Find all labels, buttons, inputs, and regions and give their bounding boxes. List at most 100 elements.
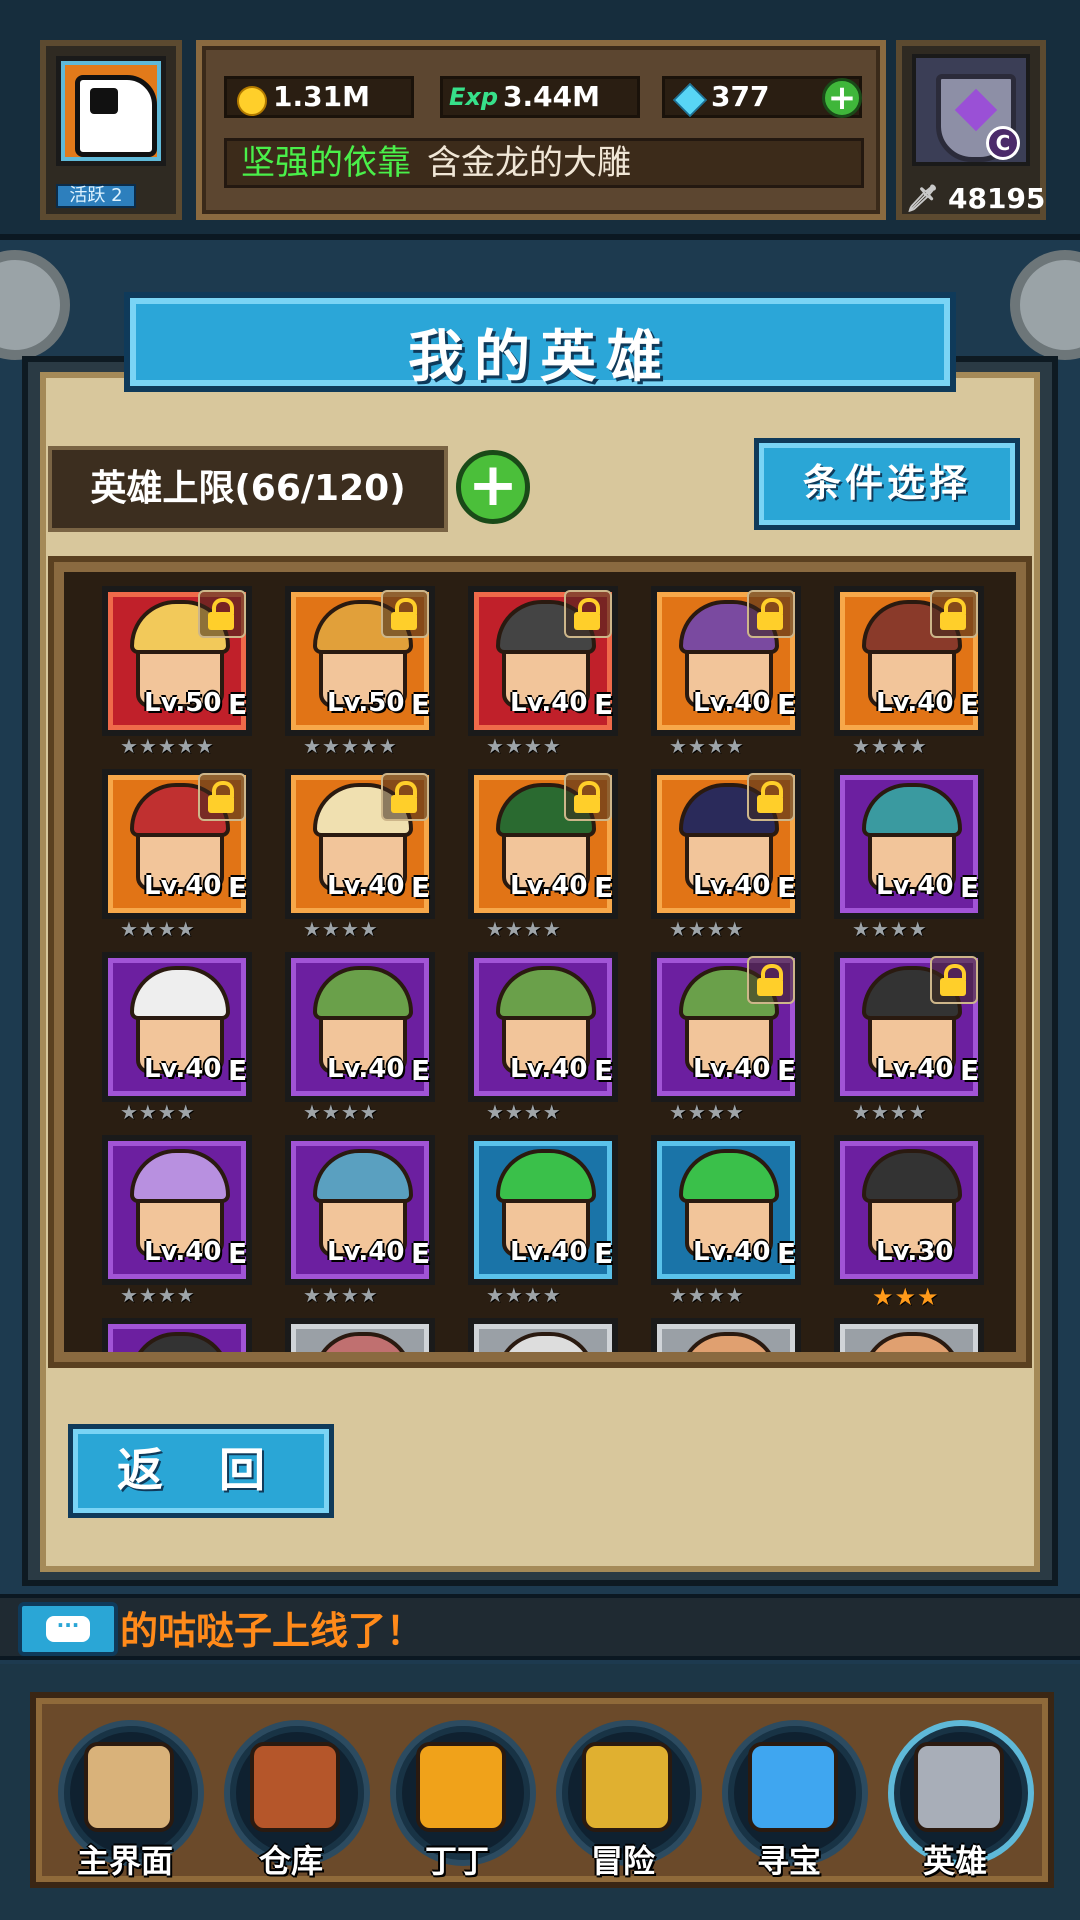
hero-card[interactable]: Lv.30 ★★★ [834,1135,984,1311]
nav-label: 仓库 [258,1842,323,1880]
nav-item-sword-emblem[interactable]: 冒险 [548,1716,702,1884]
hero-stars: ★★★★ [486,1100,562,1124]
hero-card[interactable] [468,1318,618,1352]
diamond-icon [673,83,707,117]
hero-grade: E [228,688,248,721]
lock-icon [747,590,795,638]
nav-item-alarm-clock[interactable]: 丁丁 [382,1716,536,1884]
equipped-weapon-frame[interactable]: C 🗡 48195 [896,40,1046,220]
hero-card[interactable]: Lv.40 E ★★★★ [468,586,618,758]
hero-grade: E [777,871,797,904]
hero-level: Lv.40 [876,688,954,718]
hero-card[interactable]: Lv.40 E ★★★★ [834,952,984,1124]
hero-stars: ★★★★ [852,1100,928,1124]
hero-card[interactable]: Lv.40 E ★★★★ [468,1135,618,1307]
nav-label: 冒险 [590,1842,655,1880]
hero-level: Lv.40 [876,871,954,901]
hero-card[interactable]: Lv.40 E ★★★★ [285,1135,435,1307]
hero-card[interactable]: Lv.40 E ★★★★ [468,952,618,1124]
hero-stars: ★★★★ [486,734,562,758]
crystal-icon [748,1742,838,1832]
nav-label: 丁丁 [424,1842,489,1880]
hero-grade: E [228,871,248,904]
lock-icon [198,773,246,821]
expand-capacity-button[interactable]: + [456,450,530,524]
hero-stars: ★★★★★ [303,734,398,758]
hero-level: Lv.40 [693,871,771,901]
hero-stars: ★★★★ [303,1100,379,1124]
hero-level: Lv.40 [693,1237,771,1267]
top-status-bar: 活跃 2 1.31M Exp 3.44M 377 + 坚强的依靠 含金龙的大雕 … [0,0,1080,240]
hero-grade: E [228,1237,248,1270]
player-avatar[interactable] [56,56,166,166]
add-gems-button[interactable]: + [822,78,862,118]
lock-icon [564,773,612,821]
hero-grade: E [594,1054,614,1087]
hero-card[interactable] [285,1318,435,1352]
hero-card[interactable] [102,1318,252,1352]
nav-item-crystal[interactable]: 寻宝 [714,1716,868,1884]
nav-item-knight-helmet[interactable]: 英雄 [880,1716,1034,1884]
hero-level: Lv.40 [144,871,222,901]
hero-card[interactable]: Lv.40 E ★★★★ [834,769,984,941]
hero-card[interactable]: Lv.40 E ★★★★ [102,769,252,941]
hero-level: Lv.40 [693,688,771,718]
hero-stars: ★★★★ [303,917,379,941]
nav-label: 寻宝 [756,1842,821,1880]
back-button[interactable]: 返 回 [68,1424,334,1518]
sword-icon: 🗡 [906,184,940,214]
hero-grid[interactable]: Lv.50 E ★★★★★ Lv.50 E ★★★★★ Lv.40 E ★★★★ Lv.40 E ★★… [64,572,1016,1352]
lock-icon [930,956,978,1004]
hero-grade: E [411,1054,431,1087]
hero-card[interactable] [651,1318,801,1352]
hero-card[interactable]: Lv.40 E ★★★★ [468,769,618,941]
nav-item-scroll[interactable]: 主界面 [50,1716,204,1884]
chat-ticker[interactable]: ··· 的咕哒子上线了！ [0,1594,1080,1660]
player-name: 含金龙的大雕 [427,143,631,183]
hero-grade: E [594,688,614,721]
page-title-banner: 我的英雄 [124,292,956,392]
hero-level: Lv.40 [510,1237,588,1267]
hero-card[interactable]: Lv.40 E ★★★★ [102,952,252,1124]
hero-stars: ★★★★ [486,917,562,941]
lock-icon [381,773,429,821]
filter-button[interactable]: 条件选择 [754,438,1020,530]
hero-card[interactable]: Lv.50 E ★★★★★ [285,586,435,758]
nav-label: 主界面 [76,1842,173,1880]
hero-card[interactable]: Lv.40 E ★★★★ [285,769,435,941]
chat-bubble-icon: ··· [46,1615,90,1642]
chat-message: 的咕哒子上线了！ [120,1609,425,1653]
hero-card[interactable]: Lv.40 E ★★★★ [834,586,984,758]
hero-card[interactable] [834,1318,984,1352]
page-title: 我的英雄 [408,325,672,390]
hero-grade: E [960,871,980,904]
gold-coin-icon [237,86,267,116]
hero-stars: ★★★★ [669,734,745,758]
active-badge: 活跃 2 [56,184,136,208]
hero-card[interactable]: Lv.40 E ★★★★ [651,952,801,1124]
hero-stars: ★★★★ [852,917,928,941]
hero-level: Lv.40 [327,871,405,901]
player-title-bar: 坚强的依靠 含金龙的大雕 [224,138,864,188]
hero-card[interactable]: Lv.40 E ★★★★ [285,952,435,1124]
hero-grade: E [777,688,797,721]
chat-button[interactable]: ··· [18,1602,118,1656]
hero-stars: ★★★★ [669,1100,745,1124]
hero-stars: ★★★★ [120,1283,196,1307]
hero-stars: ★★★ [872,1283,940,1311]
hero-capacity: 英雄上限(66/120) [48,446,448,532]
nav-item-chest[interactable]: 仓库 [216,1716,370,1884]
exp-value: 3.44M [503,80,600,113]
hero-card[interactable]: Lv.40 E ★★★★ [651,1135,801,1307]
hero-grade: E [777,1237,797,1270]
hero-stars: ★★★★ [852,734,928,758]
lock-icon [381,590,429,638]
player-avatar-frame[interactable]: 活跃 2 [40,40,182,220]
hero-card[interactable]: Lv.40 E ★★★★ [651,586,801,758]
hero-card[interactable]: Lv.40 E ★★★★ [102,1135,252,1307]
power-value: 48195 [948,182,1046,215]
lock-icon [564,590,612,638]
hero-grade: E [960,688,980,721]
hero-card[interactable]: Lv.40 E ★★★★ [651,769,801,941]
hero-card[interactable]: Lv.50 E ★★★★★ [102,586,252,758]
